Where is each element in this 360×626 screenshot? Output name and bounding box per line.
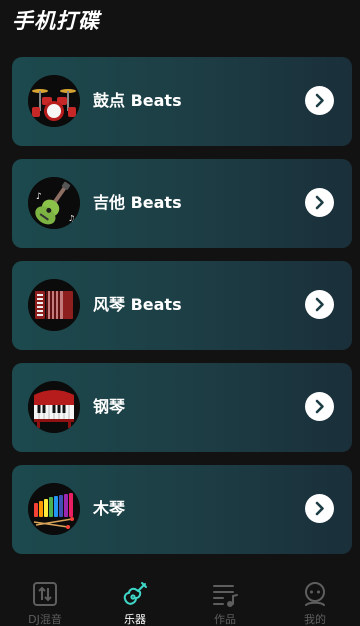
instrument-label: 鼓点 Beats [93, 91, 182, 110]
instrument-list: 鼓点 Beats ♪ ♫ 吉他 Beats 风琴 Beats 钢琴 木琴 [12, 57, 352, 567]
chevron-right-icon[interactable] [305, 86, 334, 115]
mixer-icon [33, 582, 57, 606]
tab-label: 乐器 [124, 613, 146, 626]
tab-profile[interactable]: 我的 [270, 566, 360, 626]
profile-icon [305, 582, 325, 606]
accordion-icon [28, 279, 80, 331]
chevron-right-icon[interactable] [305, 494, 334, 523]
guitar-icon: ♪ ♫ [28, 177, 80, 229]
svg-text:♫: ♫ [68, 214, 75, 223]
guitar-icon [123, 582, 147, 605]
bottom-tab-bar: DJ混音 乐器 作品 我的 [0, 566, 360, 626]
chevron-right-icon[interactable] [305, 392, 334, 421]
instrument-label: 钢琴 [93, 397, 126, 416]
instrument-label: 吉他 Beats [93, 193, 182, 212]
instrument-card-guitar[interactable]: ♪ ♫ 吉他 Beats [12, 159, 352, 248]
tab-label: 作品 [214, 613, 236, 626]
tab-dj-mix[interactable]: DJ混音 [0, 566, 90, 626]
instrument-card-accordion[interactable]: 风琴 Beats [12, 261, 352, 350]
drum-kit-icon [28, 75, 80, 127]
instrument-label: 风琴 Beats [93, 295, 182, 314]
page-title: 手机打碟 [12, 9, 100, 33]
instrument-card-piano[interactable]: 钢琴 [12, 363, 352, 452]
tab-instruments[interactable]: 乐器 [90, 566, 180, 626]
tab-label: DJ混音 [28, 613, 62, 626]
instrument-label: 木琴 [93, 499, 126, 518]
piano-icon [28, 381, 80, 433]
instrument-card-drums[interactable]: 鼓点 Beats [12, 57, 352, 146]
tab-works[interactable]: 作品 [180, 566, 270, 626]
svg-text:♪: ♪ [36, 192, 42, 202]
tab-label: 我的 [304, 613, 326, 626]
instrument-card-xylophone[interactable]: 木琴 [12, 465, 352, 554]
chevron-right-icon[interactable] [305, 188, 334, 217]
playlist-icon [213, 585, 238, 607]
xylophone-icon [28, 483, 80, 535]
chevron-right-icon[interactable] [305, 290, 334, 319]
